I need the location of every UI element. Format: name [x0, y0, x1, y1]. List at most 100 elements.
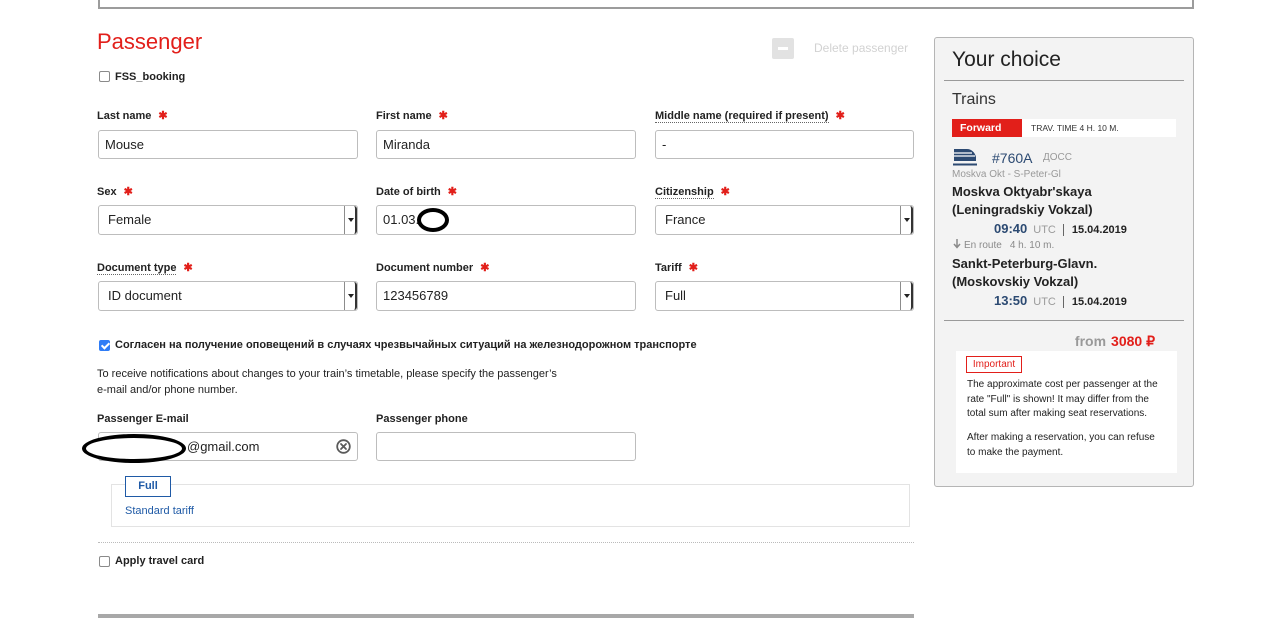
arrival-time: 13:50	[994, 293, 1028, 308]
document-number-label: Document number ✱	[376, 261, 489, 275]
departure-time: 09:40	[994, 221, 1028, 236]
arrival-time-row: 13:50 UTC 15.04.2019	[994, 293, 1127, 310]
required-mark: ✱	[688, 262, 698, 274]
minus-icon	[778, 47, 788, 50]
sex-label-text: Sex	[97, 186, 117, 198]
middle-name-hint[interactable]: Middle name (required if present)	[655, 110, 829, 123]
sex-label: Sex ✱	[97, 185, 133, 199]
direction-badge: Forward	[952, 119, 1022, 137]
consent-label: Согласен на получение оповещений в случа…	[115, 339, 697, 351]
chevron-down-icon	[900, 282, 913, 310]
required-mark: ✱	[720, 186, 730, 198]
last-name-label-text: Last name	[97, 110, 152, 122]
departure-station-line: (Leningradskiy Vokzal)	[952, 202, 1093, 217]
required-mark: ✱	[480, 262, 490, 274]
clear-circle-icon[interactable]	[336, 439, 351, 454]
notification-hint-line: e-mail and/or phone number.	[97, 384, 238, 396]
first-name-label-text: First name	[376, 110, 432, 122]
price-prefix: from	[1074, 333, 1107, 349]
note-line: to make the payment.	[967, 446, 1064, 458]
email-label: Passenger E-mail	[97, 413, 189, 425]
required-mark: ✱	[183, 262, 193, 274]
divider	[944, 320, 1184, 321]
sex-select[interactable]: Female	[98, 205, 358, 235]
note-paragraph: After making a reservation, you can refu…	[967, 431, 1155, 460]
your-choice-panel: Your choice Trains Forward TRAV. TIME 4 …	[934, 37, 1194, 487]
redaction-oval	[82, 434, 186, 463]
phone-input[interactable]	[376, 432, 636, 461]
chevron-down-icon	[344, 206, 357, 234]
departure-time-row: 09:40 UTC 15.04.2019	[994, 221, 1127, 238]
citizenship-hint[interactable]: Citizenship	[655, 186, 714, 199]
price: from 3080 ₽	[1075, 332, 1155, 350]
train-route: Moskva Okt - S-Peter-Gl	[952, 169, 1061, 180]
departure-date: 15.04.2019	[1062, 224, 1127, 236]
note-line: rate "Full" is shown! It may differ from…	[967, 393, 1149, 405]
delete-passenger-button[interactable]	[772, 38, 794, 59]
document-number-input[interactable]: 123456789	[376, 281, 636, 311]
tariff-select-value: Full	[665, 288, 686, 303]
date-of-birth-input[interactable]: 01.03.	[376, 205, 636, 235]
date-of-birth-label: Date of birth ✱	[376, 185, 457, 199]
fss-booking-checkbox[interactable]	[99, 71, 110, 82]
divider	[944, 80, 1184, 81]
note-line: total sum after making seat reservations…	[967, 408, 1148, 419]
first-name-input[interactable]: Miranda	[376, 130, 636, 159]
tariff-label-text: Tariff	[655, 262, 682, 274]
note-line: After making a reservation, you can refu…	[967, 432, 1155, 443]
en-route-label: En route	[964, 240, 1002, 251]
middle-name-input[interactable]: -	[655, 130, 914, 159]
arrival-station: Sankt-Peterburg-Glavn. (Moskovskiy Vokza…	[952, 255, 1097, 291]
en-route-duration: 4 h. 10 m.	[1009, 240, 1055, 251]
redaction-oval	[417, 208, 449, 232]
standard-tariff-link[interactable]: Standard tariff	[125, 504, 194, 518]
required-mark: ✱	[438, 110, 448, 122]
arrival-tz: UTC	[1033, 296, 1056, 308]
document-type-hint[interactable]: Document type	[97, 262, 177, 275]
trains-heading: Trains	[952, 91, 996, 108]
important-note: Important The approximate cost per passe…	[956, 351, 1177, 473]
important-badge: Important	[966, 356, 1022, 373]
first-name-label: First name ✱	[376, 109, 448, 123]
travel-card-checkbox[interactable]	[99, 556, 110, 567]
en-route: En route 4 h. 10 m.	[953, 239, 1054, 253]
required-mark: ✱	[447, 186, 457, 198]
divider	[98, 542, 914, 543]
travel-time: TRAV. TIME 4 H. 10 M.	[1022, 119, 1176, 137]
document-type-label: Document type ✱	[97, 261, 193, 275]
consent-checkbox[interactable]	[99, 340, 110, 351]
document-type-select[interactable]: ID document	[98, 281, 358, 311]
tariff-tab-full[interactable]: Full	[125, 476, 171, 497]
panel-title: Your choice	[952, 48, 1061, 71]
sex-select-value: Female	[108, 212, 152, 227]
required-mark: ✱	[835, 110, 845, 122]
phone-label: Passenger phone	[376, 413, 468, 425]
required-mark: ✱	[158, 110, 168, 122]
train-class: ДОСС	[1043, 152, 1072, 163]
required-mark: ✱	[123, 186, 133, 198]
departure-tz: UTC	[1033, 224, 1056, 236]
previous-section-box	[98, 0, 1194, 9]
note-paragraph: The approximate cost per passenger at th…	[967, 378, 1158, 422]
arrival-station-line: Sankt-Peterburg-Glavn.	[952, 256, 1098, 271]
departure-station-line: Moskva Oktyabr'skaya	[952, 184, 1092, 199]
section-bottom-border	[98, 614, 914, 618]
citizenship-label: Citizenship ✱	[655, 185, 730, 199]
price-value: 3080 ₽	[1111, 333, 1155, 349]
train-number[interactable]: #760A	[992, 149, 1032, 167]
last-name-input[interactable]: Mouse	[98, 130, 358, 159]
middle-name-label: Middle name (required if present) ✱	[655, 109, 845, 123]
document-type-select-value: ID document	[108, 288, 182, 303]
notification-hint: To receive notifications about changes t…	[97, 366, 557, 398]
page-title: Passenger	[97, 29, 203, 54]
citizenship-select-value: France	[665, 212, 706, 227]
tariff-select[interactable]: Full	[655, 281, 914, 311]
tariff-panel	[111, 484, 910, 527]
notification-hint-line: To receive notifications about changes t…	[97, 368, 557, 380]
fss-booking-label: FSS_booking	[115, 71, 186, 83]
citizenship-select[interactable]: France	[655, 205, 914, 235]
document-number-label-text: Document number	[376, 262, 474, 274]
delete-passenger-link[interactable]: Delete passenger	[814, 41, 908, 55]
last-name-label: Last name ✱	[97, 109, 168, 123]
travel-card-label: Apply travel card	[115, 555, 205, 567]
